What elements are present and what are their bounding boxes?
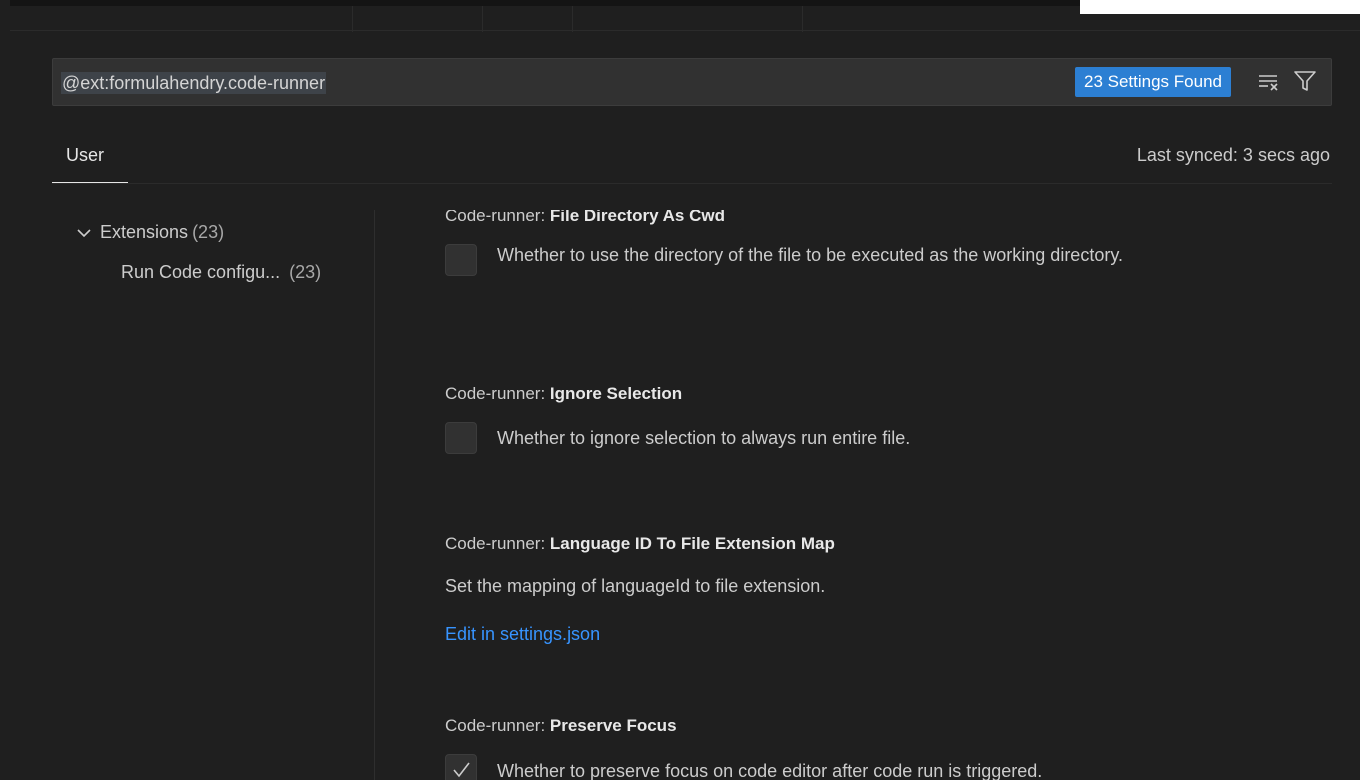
toc-extensions-count: (23) <box>192 222 225 242</box>
setting-category: Code-runner: <box>445 534 550 553</box>
clear-filter-icon[interactable] <box>1257 71 1279 93</box>
setting-name: File Directory As Cwd <box>549 210 725 225</box>
setting-name: Language ID To File Extension Map <box>549 534 835 553</box>
setting-category: Code-runner: <box>445 384 550 403</box>
tab-separator <box>482 6 483 32</box>
setting-description: Set the mapping of languageId to file ex… <box>445 576 826 596</box>
toc-divider <box>374 210 375 780</box>
tab-separator <box>572 6 573 32</box>
toc-sub-count: (23) <box>289 262 322 282</box>
settings-search-box[interactable]: @ext:formulahendry.code-runner 23 Settin… <box>52 58 1332 106</box>
toc-item-extensions[interactable]: Extensions (23) <box>76 222 224 243</box>
header-divider <box>52 183 1332 184</box>
checkmark-icon <box>453 762 470 778</box>
setting-category: Code-runner: <box>445 210 550 225</box>
setting-title: Code-runner: Preserve Focus <box>445 716 677 736</box>
filter-icon[interactable] <box>1293 69 1317 93</box>
setting-checkbox[interactable] <box>445 422 477 454</box>
setting-category: Code-runner: <box>445 716 550 735</box>
tab-user-settings[interactable]: User <box>66 145 104 166</box>
tab-bar-shadow <box>10 0 1080 6</box>
chevron-down-icon <box>77 228 91 237</box>
toc-sub-label: Run Code configu... <box>121 262 281 282</box>
edit-in-settings-json-link[interactable]: Edit in settings.json <box>445 624 600 645</box>
setting-checkbox[interactable] <box>445 244 477 276</box>
settings-found-badge: 23 Settings Found <box>1075 67 1231 97</box>
setting-name: Preserve Focus <box>549 716 677 735</box>
setting-title: Code-runner: Language ID To File Extensi… <box>445 534 835 554</box>
setting-description: Whether to preserve focus on code editor… <box>497 761 1043 780</box>
search-input[interactable]: @ext:formulahendry.code-runner <box>61 72 327 94</box>
setting-title: Code-runner: File Directory As Cwd <box>445 210 725 226</box>
toc-extensions-label: Extensions <box>100 222 189 242</box>
last-synced-status: Last synced: 3 secs ago <box>1136 145 1330 165</box>
toc-item-run-code[interactable]: Run Code configu... (23) <box>121 262 321 283</box>
editor-tab-bar <box>0 0 1080 32</box>
tab-separator <box>802 6 803 32</box>
setting-name: Ignore Selection <box>549 384 683 403</box>
setting-title: Code-runner: Ignore Selection <box>445 384 682 404</box>
tab-separator <box>352 6 353 32</box>
setting-checkbox-checked[interactable] <box>445 754 477 780</box>
tab-bar-border <box>10 30 1360 31</box>
settings-list: Code-runner: File Directory As Cwd Wheth… <box>380 210 1360 780</box>
setting-description: Whether to ignore selection to always ru… <box>497 428 911 448</box>
setting-description: Whether to use the directory of the file… <box>497 245 1123 265</box>
